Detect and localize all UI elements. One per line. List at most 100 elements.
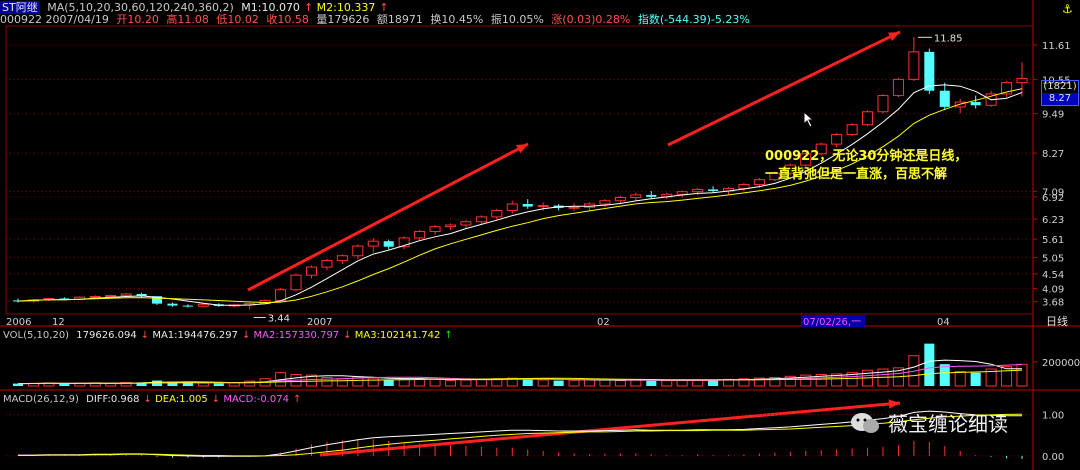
candle-body [182,305,193,307]
candle-body [924,51,935,91]
time-axis-label: 2007 [307,317,332,328]
candle-body [537,205,549,208]
candle-body [614,197,626,202]
candle-body [105,295,117,298]
current-price-box: (1821) 8.27 [1041,80,1079,106]
mouse-cursor-icon [803,110,815,128]
volume-bar [367,377,379,387]
wechat-icon [851,412,879,433]
candle-body [908,51,920,80]
volume-bar [970,372,981,386]
macd-axis-label: 1.00 [1042,410,1064,421]
volume-bar [954,370,966,387]
candle-body [831,133,843,145]
candle-body [599,200,611,205]
macd-arrow [319,401,901,457]
candle-body [877,95,889,113]
volume-bar [1016,363,1028,387]
candle-body [506,203,518,211]
price-axis-label: 3.68 [1042,298,1064,309]
volume-bar [59,383,70,386]
vol-axis-label: 200000 [1042,358,1080,369]
price-axis-label: 6.23 [1042,215,1064,226]
price-axis-label: 9.49 [1042,110,1064,121]
candle-body [197,303,209,307]
price-axis-label: 4.09 [1042,284,1064,295]
candle-body [305,266,317,276]
volume-bar [614,380,626,387]
volume-bar [336,378,348,387]
price-axis-label: 4.54 [1042,270,1064,281]
candle-body [383,241,394,247]
volume-bar [646,380,657,386]
time-axis-label: 04 [937,317,950,328]
price-axis-label: 5.61 [1042,235,1064,246]
macd-label: MACD(26,12,9) [3,394,79,405]
vol-ma1: MA1:194476.297 [152,330,238,341]
candle-body [167,303,178,306]
price-axis-label: 6.92 [1042,193,1064,204]
candle-body [290,274,302,291]
period-label: 日线 [1046,314,1068,328]
vol-label: VOL(5,10,20) [3,330,70,341]
candle-body [522,203,533,207]
watermark: 薇宝缠论细读 [850,408,1008,437]
vol-ma3: MA3:102141.742 [354,330,441,341]
candle-body [862,111,874,126]
candle-body [939,90,950,107]
volume-bar [630,379,642,387]
candle-body [738,184,750,189]
candle-body [444,224,457,228]
price-axis-label: 5.05 [1042,253,1064,264]
candle-body [753,179,765,186]
price-axis-label: 11.61 [1042,41,1071,52]
trend-arrow-2 [667,30,901,147]
candle-body [892,78,904,97]
candle-body [321,260,333,268]
volume-bar [383,379,394,386]
volume-bar [460,379,472,387]
volume-bar [213,383,224,386]
low-marker-label: 3.44 [268,313,290,324]
price-axis-label: 8.27 [1042,149,1064,160]
annotation-line-2: 一直背弛但是一直涨，百思不解 [765,167,948,182]
volume-bar [599,379,611,387]
time-axis-label: 12 [52,317,65,328]
candle-body [352,245,364,257]
candle-body [1016,77,1028,84]
macd-diff: DIFF:0.968 [86,394,140,405]
candle-body [120,293,132,297]
volume-bar [475,378,487,387]
annotation-line-1: 000922，无论30分钟还是日线， [765,149,968,164]
volume-bar [1001,366,1013,387]
volume-bar [692,379,704,387]
annotation-text: 000922，无论30分钟还是日线， 一直背弛但是一直涨，百思不解 [765,148,967,184]
candle-body [630,194,642,199]
candle-body [491,209,503,218]
volume-bar [429,378,441,387]
macd-axis-label: 0.00 [1042,452,1064,463]
candle-body [692,188,704,193]
price-box-count: (1821) [1043,81,1077,92]
volume-bar [553,380,564,386]
candle-body [275,289,287,301]
candle-body [89,296,101,299]
candle-body [429,226,441,232]
candle-body [336,255,348,262]
candle-body [475,216,487,223]
watermark-text: 薇宝缠论细读 [888,412,1008,436]
time-axis-label: 2006 [6,317,31,328]
volume-bar [444,380,457,387]
candle-body [708,189,719,192]
volume-bar [197,382,209,387]
volume-bar [924,343,935,386]
vol-value: 179626.094 [76,330,137,341]
volume-bar [939,364,950,386]
volume-bar [398,378,410,387]
macd-value: MACD:-0.074 [223,394,289,405]
price-box-value: 8.27 [1042,93,1078,105]
candle-body [568,206,580,209]
candle-body [676,191,688,195]
macd-dea: DEA:1.005 [155,394,208,405]
time-axis-label: 07/02/26,一 [803,317,861,328]
